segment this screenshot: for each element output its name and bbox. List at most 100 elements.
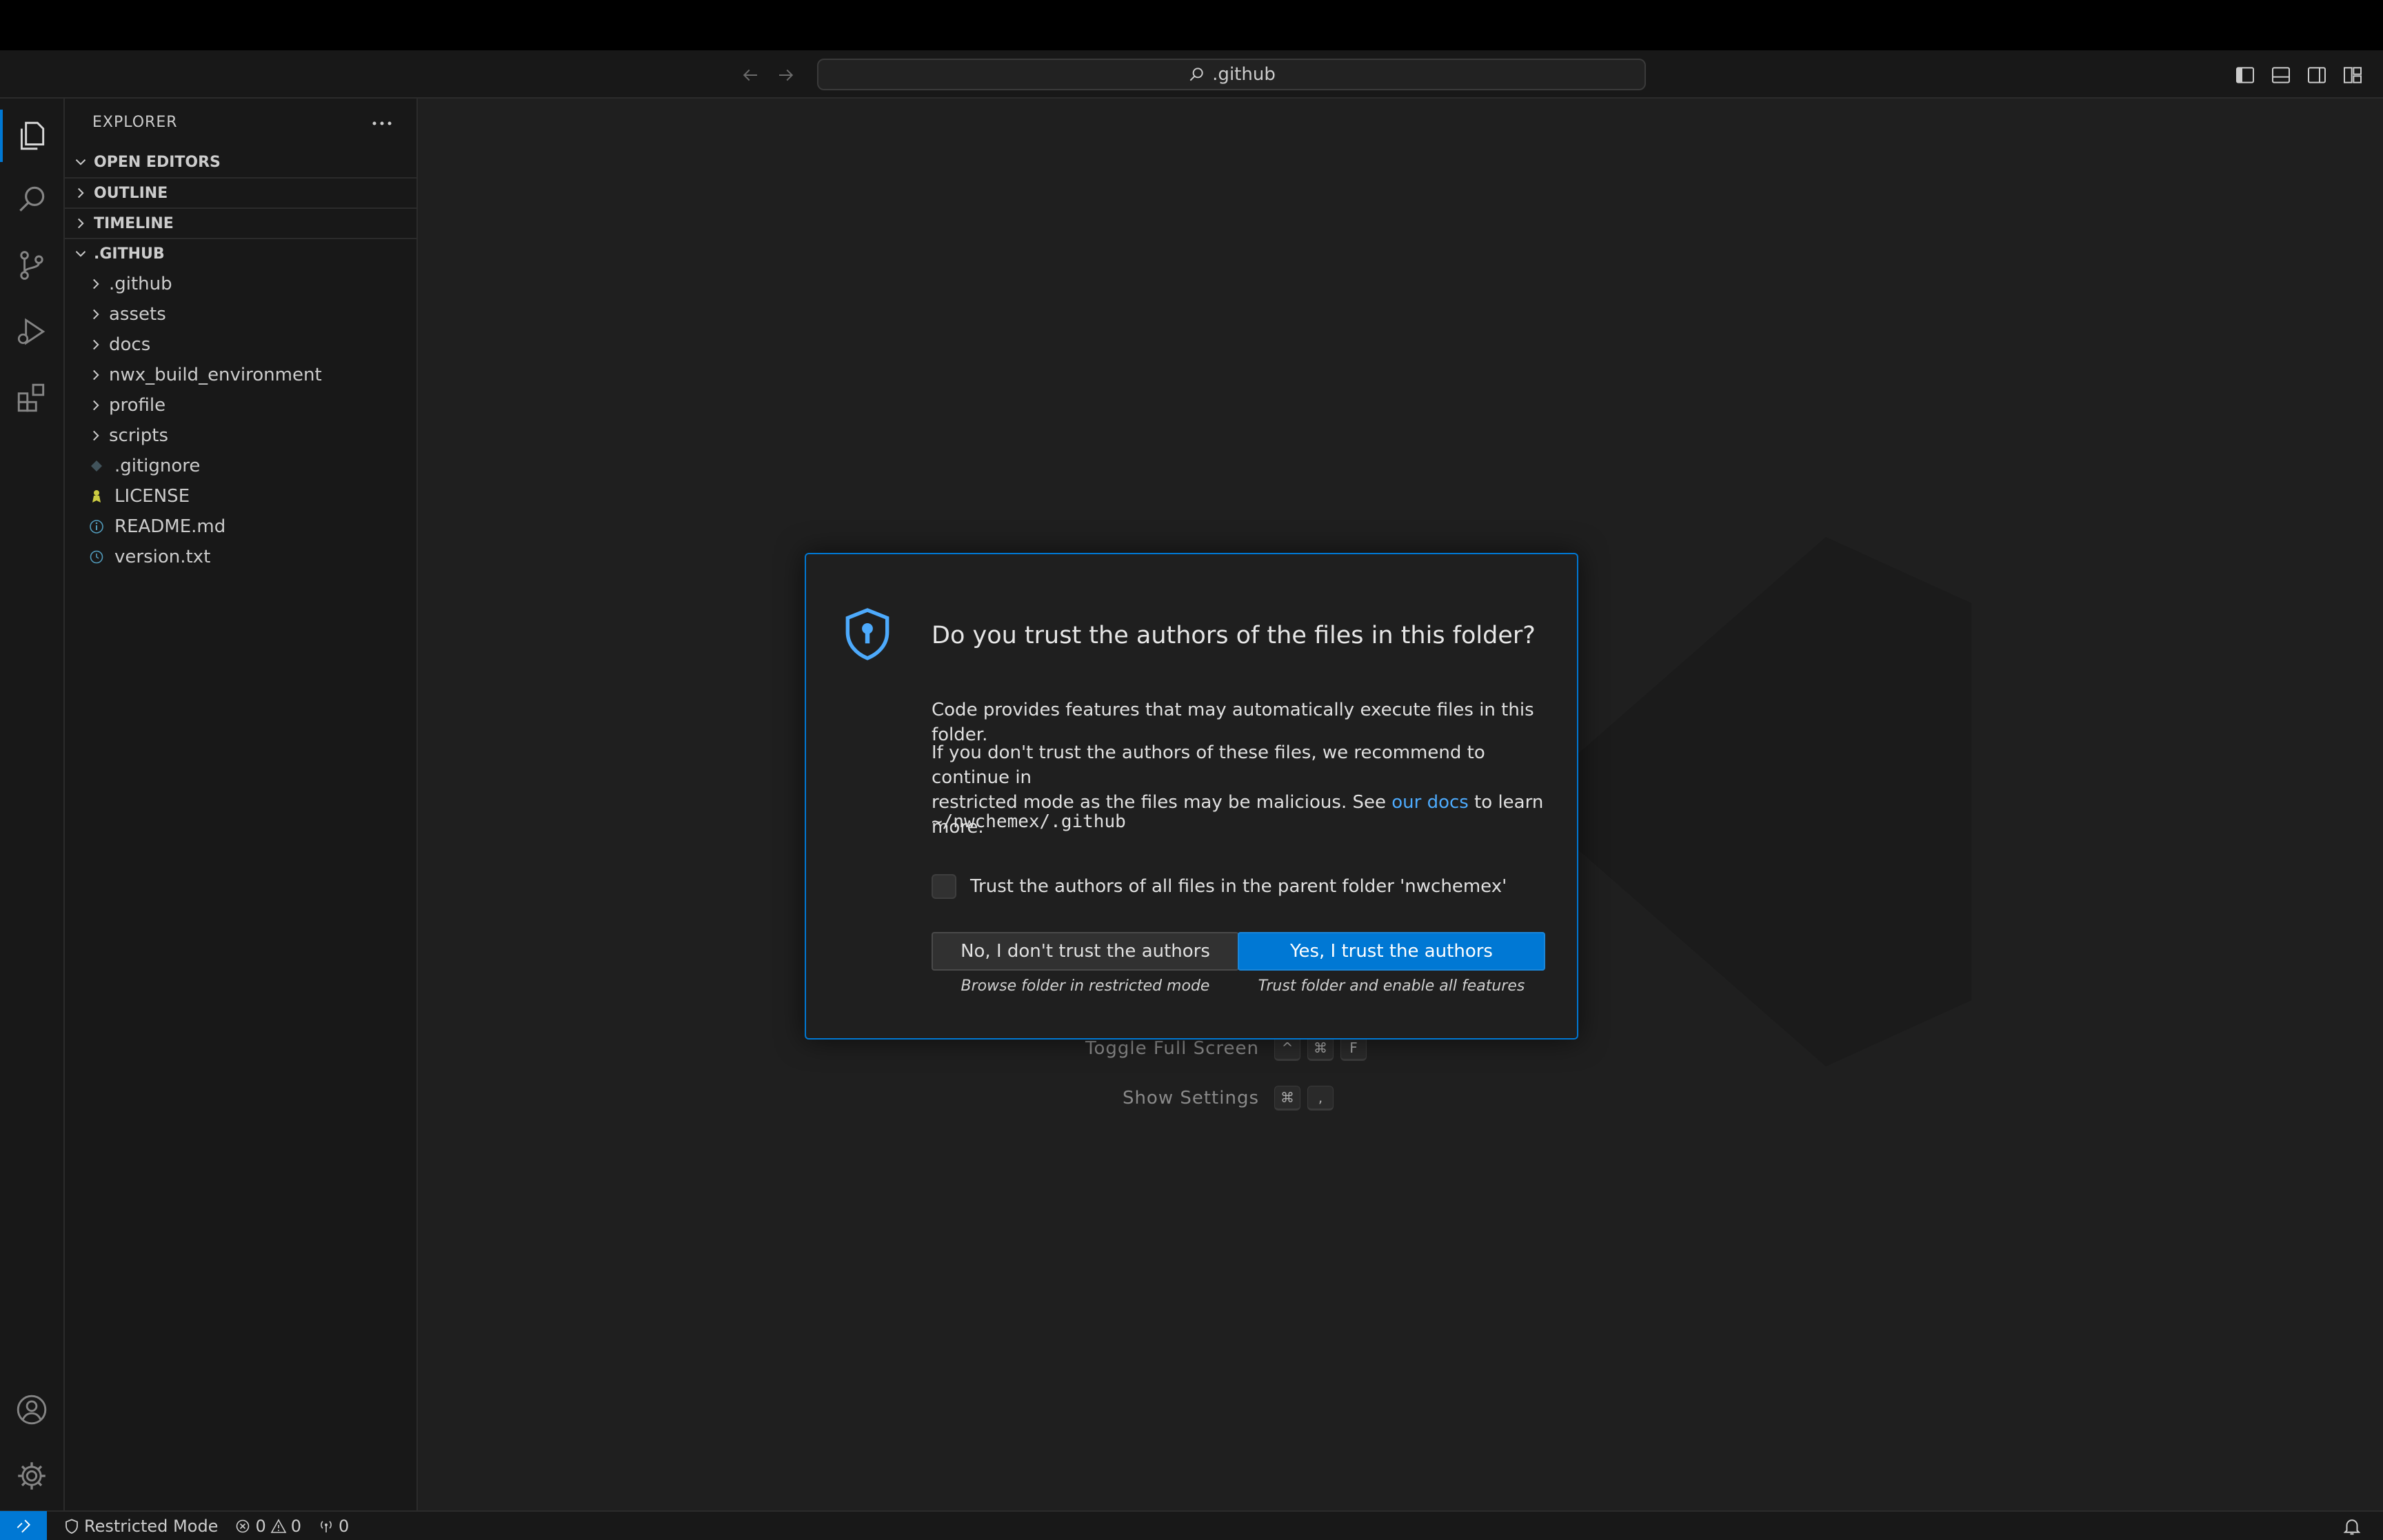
chevron-right-icon (93, 400, 99, 411)
command-center-search[interactable]: .github (817, 59, 1646, 90)
arrow-left-icon (743, 69, 757, 81)
back-button[interactable] (738, 63, 763, 88)
toggle-panel-button[interactable] (2270, 64, 2292, 86)
forward-button[interactable] (774, 63, 798, 88)
run-debug-icon (17, 318, 46, 345)
shortcut-label: Toggle Full Screen (1085, 1038, 1259, 1059)
activity-bar (0, 99, 65, 1510)
tree-file-label: .gitignore (114, 456, 201, 476)
dont-trust-button[interactable]: No, I don't trust the authors (932, 932, 1239, 971)
section-open-editors[interactable]: OPEN EDITORS (65, 147, 416, 177)
sidebar-title: EXPLORER (92, 114, 178, 131)
activity-manage[interactable] (0, 1444, 63, 1508)
chevron-right-icon (78, 188, 84, 199)
section-label: OPEN EDITORS (94, 153, 221, 171)
tree-file-label: version.txt (114, 547, 211, 567)
shortcut-key: , (1307, 1086, 1334, 1111)
bell-icon[interactable] (2342, 1516, 2362, 1537)
tree-folder-label: docs (109, 334, 151, 355)
trust-parent-label: Trust the authors of all files in the pa… (970, 876, 1507, 897)
workspace-trust-dialog: Do you trust the authors of the files in… (805, 553, 1578, 1040)
more-actions-button[interactable] (368, 111, 396, 136)
trust-parent-option[interactable]: Trust the authors of all files in the pa… (932, 874, 1507, 899)
shortcut-key: F (1340, 1036, 1367, 1061)
chevron-right-icon (93, 278, 99, 290)
restricted-mode-label: Restricted Mode (84, 1516, 219, 1536)
command-center-label: .github (1212, 64, 1276, 85)
tree-file-gitignore[interactable]: .gitignore (65, 451, 416, 481)
info-icon (88, 518, 105, 535)
tree-folder-docs[interactable]: docs (65, 330, 416, 360)
tree-folder-assets[interactable]: assets (65, 299, 416, 330)
title-bar: .github (0, 50, 2383, 99)
tree-folder-scripts[interactable]: scripts (65, 421, 416, 451)
tree-file-version[interactable]: version.txt (65, 542, 416, 572)
remote-icon (17, 1519, 31, 1532)
section-label: OUTLINE (94, 184, 168, 202)
folder-path: ~/nwchemex/.github (932, 811, 1126, 832)
trust-button[interactable]: Yes, I trust the authors (1238, 932, 1545, 971)
explorer-sidebar: EXPLORER OPEN EDITORS OUTLINE TIMELINE .… (65, 99, 418, 1510)
section-outline[interactable]: OUTLINE (65, 177, 416, 207)
chevron-right-icon (93, 339, 99, 350)
section-label: .GITHUB (94, 245, 165, 263)
tree-file-label: LICENSE (114, 486, 190, 507)
shield-icon (845, 608, 889, 660)
activity-source-control[interactable] (0, 234, 63, 297)
chevron-right-icon (93, 309, 99, 320)
toggle-primary-sidebar-button[interactable] (2234, 64, 2256, 86)
tree-folder-nwx-build-environment[interactable]: nwx_build_environment (65, 360, 416, 390)
ellipsis-icon (372, 121, 392, 125)
shortcut-key: ⌘ (1274, 1086, 1300, 1111)
chevron-down-icon (75, 159, 86, 165)
customize-layout-button[interactable] (2342, 64, 2364, 86)
tree-folder-label: scripts (109, 425, 168, 446)
status-bar: Restricted Mode 0 0 0 (0, 1510, 2383, 1540)
tree-file-readme[interactable]: README.md (65, 511, 416, 542)
broadcast-icon (321, 1520, 332, 1532)
activity-explorer[interactable] (0, 104, 63, 168)
tree-folder-github[interactable]: .github (65, 269, 416, 299)
ports-indicator[interactable]: 0 (318, 1517, 349, 1536)
problems-indicator[interactable]: 0 0 (234, 1517, 301, 1536)
restricted-mode-indicator[interactable]: Restricted Mode (63, 1517, 218, 1536)
shield-icon (66, 1519, 78, 1534)
activity-run-debug[interactable] (0, 300, 63, 363)
search-icon (1189, 68, 1203, 81)
search-icon (19, 186, 45, 212)
chevron-down-icon (75, 251, 86, 257)
source-control-icon (20, 251, 43, 280)
activity-search[interactable] (0, 168, 63, 231)
dont-trust-caption: Browse folder in restricted mode (961, 977, 1210, 995)
ports-count: 0 (339, 1516, 350, 1536)
tree-folder-profile[interactable]: profile (65, 390, 416, 421)
arrow-right-icon (779, 69, 794, 81)
dialog-message-2-line-a: If you don't trust the authors of these … (932, 742, 1485, 788)
warning-count: 0 (290, 1516, 301, 1536)
chevron-right-icon (78, 218, 84, 229)
activity-accounts[interactable] (0, 1378, 63, 1441)
error-icon (237, 1519, 250, 1532)
warning-icon (270, 1518, 287, 1533)
error-count: 0 (255, 1516, 266, 1536)
gitignore-icon (88, 458, 105, 474)
section-timeline[interactable]: TIMELINE (65, 207, 416, 238)
tree-file-license[interactable]: LICENSE (65, 481, 416, 511)
chevron-right-icon (93, 430, 99, 441)
toggle-secondary-sidebar-button[interactable] (2306, 64, 2328, 86)
tree-folder-label: assets (109, 304, 166, 325)
shortcut-key: ⌘ (1307, 1036, 1334, 1061)
trust-parent-checkbox[interactable] (932, 874, 956, 899)
remote-indicator[interactable] (0, 1511, 47, 1540)
shortcut-key: ^ (1274, 1036, 1300, 1061)
chevron-right-icon (93, 369, 99, 381)
tree-folder-label: profile (109, 395, 166, 416)
shortcut-toggle-full-screen: Toggle Full Screen ^ ⌘ F (901, 1036, 1374, 1061)
extensions-icon (17, 383, 45, 412)
sidebar-right-icon (2308, 67, 2326, 83)
license-icon (88, 488, 105, 505)
activity-extensions[interactable] (0, 366, 63, 429)
sidebar-left-icon (2236, 67, 2254, 83)
tree-folder-label: .github (109, 274, 172, 294)
section-workspace[interactable]: .GITHUB (65, 238, 416, 268)
